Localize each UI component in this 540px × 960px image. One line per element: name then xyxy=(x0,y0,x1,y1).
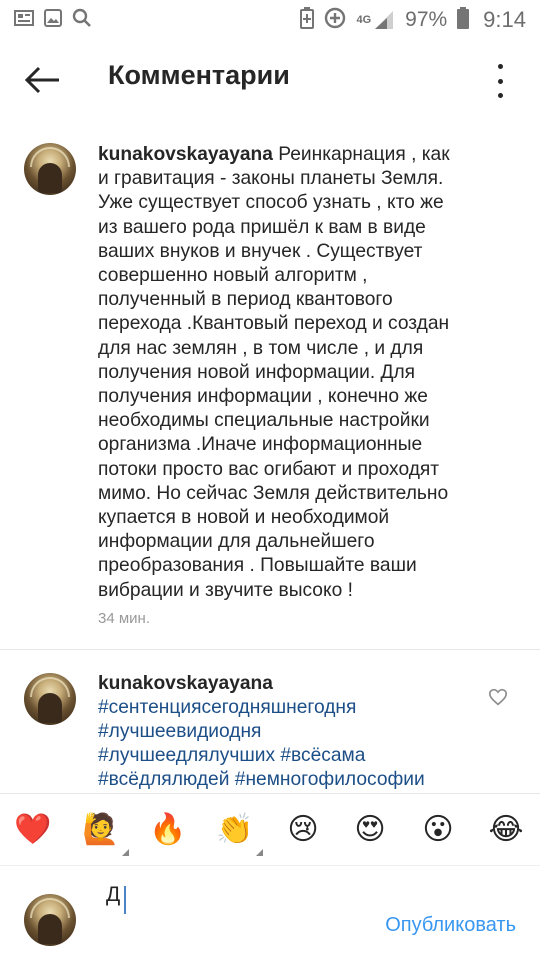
hashtag-list: #сентенциясегодняшнегодня #лучшеевидиодн… xyxy=(98,696,498,792)
avatar xyxy=(24,894,76,946)
laughing-emoji-button[interactable]: 😂 xyxy=(486,810,526,850)
comment-line: kunakovskayayana Реинкарнация , как xyxy=(98,144,450,165)
comment-line: перехода .Квантовый переход и создан xyxy=(98,313,450,335)
comment-line: вибрации и звучите высоко ! xyxy=(98,579,353,601)
comment-line: купается в новой и необходимой xyxy=(98,507,390,529)
more-vertical-icon xyxy=(497,64,503,69)
comment-line: получения информации , конечно же xyxy=(98,386,428,408)
comment-line: получения новой информации. Для xyxy=(98,361,416,383)
fire-emoji-button[interactable]: 🔥 xyxy=(148,810,188,850)
comment-line: организма .Иначе информационные xyxy=(98,434,423,456)
text-cursor xyxy=(124,886,126,914)
comment-timestamp: 34 мин. xyxy=(98,610,150,627)
comment-line: из вашего рода пришёл к вам в виде xyxy=(98,216,426,238)
battery-percent: 97% xyxy=(405,8,448,31)
comment-line: совершенно новый алгоритм , xyxy=(98,265,368,287)
status-bar: 4G 97% 9:14 xyxy=(0,0,540,40)
comment-line: необходимы специальные настройки xyxy=(98,410,430,432)
avatar[interactable] xyxy=(24,673,76,725)
comment-line: информации для дальнейшего xyxy=(98,531,375,553)
news-icon xyxy=(14,9,34,31)
comment-line: потоки просто вас огибают и проходят xyxy=(98,458,440,480)
battery-saver-icon xyxy=(300,6,315,34)
comment-line: для нас землян , в том числе , и для xyxy=(98,337,424,359)
hashtag-link[interactable]: #лучшеевидиодня xyxy=(98,720,498,744)
hashtag-link[interactable]: #сентенциясегодняшнегодня xyxy=(98,696,498,720)
back-button[interactable] xyxy=(20,62,64,98)
clapping-emoji-button[interactable]: 👏 xyxy=(215,810,263,856)
heart-eyes-emoji-button[interactable]: 😍 xyxy=(350,810,390,850)
comment-line: и гравитация - законы планеты Земля. xyxy=(98,168,444,190)
divider xyxy=(0,649,540,650)
skin-tone-indicator xyxy=(122,849,129,856)
app-header: Комментарии xyxy=(0,40,540,118)
skin-tone-indicator xyxy=(256,849,263,856)
search-icon xyxy=(72,8,92,33)
heart-emoji-button[interactable]: ❤️ xyxy=(13,810,53,850)
comment-line: Уже существует способ узнать , кто же xyxy=(98,192,444,214)
comment-composer: Д Опубликовать xyxy=(0,865,540,960)
comment-line: ваших внуков и внучек . Существует xyxy=(98,240,423,262)
comment-line: преобразования . Повышайте ваши xyxy=(98,555,417,577)
comment-line: мимо. Но сейчас Земля действительно xyxy=(98,482,449,504)
hashtag-link[interactable]: #всёдлялюдей #немногофилософии xyxy=(98,768,498,792)
more-options-button[interactable] xyxy=(494,64,506,98)
data-saver-icon xyxy=(324,7,346,34)
comment-input[interactable]: Д xyxy=(106,883,356,919)
raising-hand-emoji-button[interactable]: 🙋 xyxy=(81,810,129,856)
arrow-left-icon xyxy=(24,66,59,94)
publish-button[interactable]: Опубликовать xyxy=(385,914,516,937)
comment-text: kunakovskayayana Реинкарнация , как и гр… xyxy=(98,143,518,603)
page-title: Комментарии xyxy=(108,60,290,90)
emoji-reaction-bar: ❤️ 🙋 🔥 👏 😢 😍 😮 😂 xyxy=(0,793,540,865)
hashtag-link[interactable]: #лучшеедлялучших #всёсама xyxy=(98,744,498,768)
heart-outline-icon xyxy=(488,688,508,706)
signal-icon: 4G xyxy=(356,9,395,31)
surprised-emoji-button[interactable]: 😮 xyxy=(418,810,458,850)
like-comment-button[interactable] xyxy=(488,688,508,711)
avatar[interactable] xyxy=(24,143,76,195)
comment-line: полученный в период квантового xyxy=(98,289,393,311)
comment-username[interactable]: kunakovskayayana xyxy=(98,673,273,694)
battery-icon xyxy=(457,6,470,34)
comment-username[interactable]: kunakovskayayana xyxy=(98,144,273,165)
crying-emoji-button[interactable]: 😢 xyxy=(283,810,323,850)
image-icon xyxy=(44,8,62,32)
clock: 9:14 xyxy=(483,7,526,32)
comment-username-line: kunakovskayayana xyxy=(98,672,273,696)
